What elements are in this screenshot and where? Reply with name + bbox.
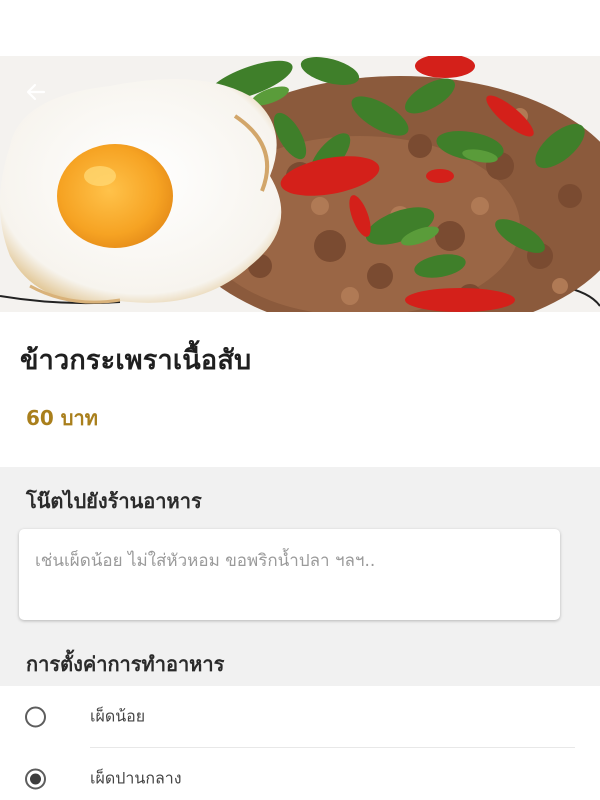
back-button[interactable] <box>22 78 50 106</box>
food-price: 60 บาท <box>26 406 98 430</box>
food-image <box>0 56 600 312</box>
note-heading: โน๊ตไปยังร้านอาหาร <box>0 467 600 525</box>
note-box <box>19 529 560 620</box>
arrow-left-icon <box>26 83 46 101</box>
food-name: ข้าวกระเพราเนื้อสับ <box>20 345 252 376</box>
option-label: เผ็ดน้อย <box>90 706 146 726</box>
title-section: ข้าวกระเพราเนื้อสับ <box>0 312 600 388</box>
option-mild-spicy[interactable]: เผ็ดน้อย <box>0 686 600 748</box>
radio-unchecked-icon[interactable] <box>25 706 46 728</box>
note-section <box>0 525 600 628</box>
radio-checked-icon[interactable] <box>25 768 46 790</box>
price-section: 60 บาท <box>0 388 600 467</box>
note-input[interactable] <box>35 547 544 602</box>
option-medium-spicy[interactable]: เผ็ดปานกลาง <box>0 748 600 800</box>
top-bar <box>0 0 600 56</box>
option-label: เผ็ดปานกลาง <box>90 768 182 788</box>
food-photo <box>0 56 600 312</box>
cooking-settings-heading: การตั้งค่าการทำอาหาร <box>0 628 600 686</box>
food-detail-page: ข้าวกระเพราเนื้อสับ 60 บาท โน๊ตไปยังร้าน… <box>0 0 600 800</box>
